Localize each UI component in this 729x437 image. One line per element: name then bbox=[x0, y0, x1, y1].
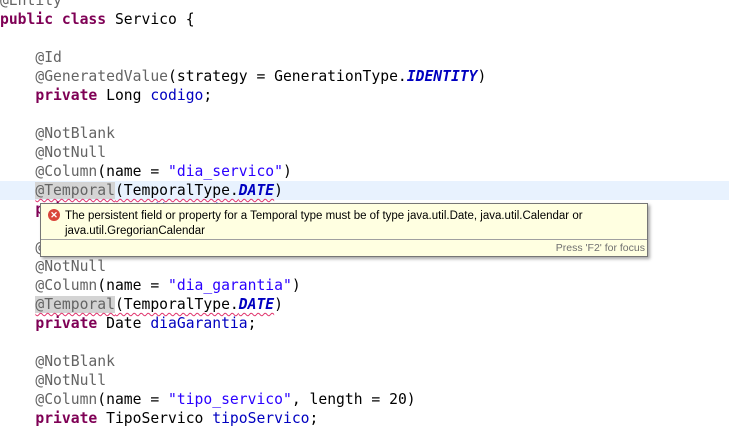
code-token: ) bbox=[274, 182, 283, 199]
code-line[interactable]: private TipoServico tipoServico; bbox=[0, 409, 729, 428]
code-token: ) bbox=[274, 296, 283, 313]
code-token: DATE bbox=[238, 296, 275, 313]
code-token: tipoServico bbox=[212, 410, 310, 427]
code-token: ) bbox=[477, 68, 487, 85]
code-token: @NotBlank bbox=[35, 125, 115, 142]
code-line[interactable]: private Date diaGarantia; bbox=[0, 314, 729, 333]
code-token: ) bbox=[283, 163, 292, 180]
code-token: class bbox=[61, 11, 107, 28]
code-token: @NotNull bbox=[35, 144, 107, 161]
code-line[interactable]: public class Servico { bbox=[0, 10, 729, 29]
code-line[interactable]: @Entity bbox=[0, 0, 729, 10]
code-line[interactable] bbox=[0, 105, 729, 124]
code-token: diaGarantia bbox=[150, 315, 248, 332]
code-token: ; bbox=[203, 87, 213, 104]
code-token: Servico { bbox=[106, 11, 195, 28]
code-line[interactable]: @Temporal(TemporalType.DATE) bbox=[0, 181, 729, 200]
code-token: @Column bbox=[35, 277, 98, 294]
code-token: private bbox=[35, 315, 98, 332]
code-line[interactable] bbox=[0, 29, 729, 48]
code-token: "dia_servico" bbox=[168, 163, 283, 180]
code-token: @GeneratedValue bbox=[35, 68, 169, 85]
code-token: "dia_garantia" bbox=[168, 277, 292, 294]
code-line[interactable]: @NotNull bbox=[0, 257, 729, 276]
code-line[interactable]: @GeneratedValue(strategy = GenerationTyp… bbox=[0, 67, 729, 86]
code-line[interactable]: @Temporal(TemporalType.DATE) bbox=[0, 295, 729, 314]
code-token: @NotBlank bbox=[35, 353, 115, 370]
code-token: (name = bbox=[97, 277, 169, 294]
code-token: @Entity bbox=[0, 0, 62, 9]
code-token: @Temporal bbox=[35, 182, 115, 199]
code-token: @Column bbox=[35, 163, 98, 180]
code-token: "tipo_servico" bbox=[168, 391, 292, 408]
code-token: ; bbox=[247, 315, 257, 332]
code-token: codigo bbox=[150, 87, 204, 104]
press-f2-for-focus[interactable]: Press 'F2' for focus bbox=[41, 239, 647, 256]
code-token: public bbox=[0, 11, 54, 28]
code-token: @Id bbox=[35, 49, 62, 66]
code-token: @Column bbox=[35, 391, 98, 408]
code-token: , length = 20) bbox=[291, 391, 416, 408]
code-line[interactable]: @Id bbox=[0, 48, 729, 67]
code-token: @Temporal bbox=[35, 296, 115, 313]
code-token: IDENTITY bbox=[406, 68, 478, 85]
code-token: Date bbox=[97, 315, 151, 332]
code-token: private bbox=[35, 87, 98, 104]
code-line[interactable]: @Column(name = "tipo_servico", length = … bbox=[0, 390, 729, 409]
code-token: DATE bbox=[238, 182, 275, 199]
code-line[interactable]: @Column(name = "dia_servico") bbox=[0, 162, 729, 181]
code-token: (name = bbox=[97, 163, 169, 180]
code-line[interactable]: private Long codigo; bbox=[0, 86, 729, 105]
code-line[interactable]: @NotNull bbox=[0, 371, 729, 390]
code-line[interactable]: @NotBlank bbox=[0, 124, 729, 143]
error-icon: ✕ bbox=[48, 209, 60, 221]
code-token: @NotNull bbox=[35, 372, 107, 389]
code-token: (TemporalType. bbox=[114, 296, 239, 313]
code-line[interactable]: @Column(name = "dia_garantia") bbox=[0, 276, 729, 295]
code-token: ) bbox=[291, 277, 301, 294]
code-token: @NotNull bbox=[35, 258, 107, 275]
code-token: (name = bbox=[97, 391, 169, 408]
code-line[interactable]: @NotBlank bbox=[0, 352, 729, 371]
code-token: private bbox=[35, 410, 98, 427]
code-token: (TemporalType. bbox=[114, 182, 239, 199]
code-line[interactable] bbox=[0, 333, 729, 352]
code-token: (strategy = GenerationType. bbox=[168, 68, 407, 85]
error-message: The persistent field or property for a T… bbox=[65, 210, 583, 237]
code-line[interactable]: @NotNull bbox=[0, 143, 729, 162]
code-token: TipoServico bbox=[97, 410, 213, 427]
code-token: Long bbox=[97, 87, 151, 104]
code-token: ; bbox=[309, 410, 319, 427]
error-hover-tooltip: ✕ The persistent field or property for a… bbox=[40, 203, 648, 257]
